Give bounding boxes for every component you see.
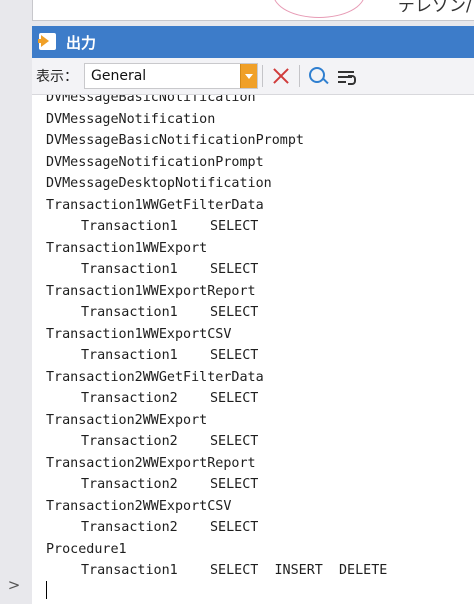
dropdown-arrow-icon[interactable]	[240, 64, 257, 88]
output-line: Transaction2 SELECT	[81, 434, 259, 449]
view-label: 表示：	[36, 69, 78, 85]
output-line: Transaction1WWExportCSV	[46, 326, 232, 342]
output-toolbar: 表示： General	[32, 58, 474, 95]
output-line: Transaction1WWExport	[46, 240, 208, 256]
upper-panel-fragment: デレゾン/	[0, 0, 474, 26]
output-line: Transaction2WWExportReport	[46, 455, 256, 471]
output-panel-icon	[38, 32, 58, 52]
output-line: Transaction1 SELECT INSERT DELETE	[81, 563, 388, 578]
diagram-arc-shape	[273, 0, 365, 18]
output-line: Transaction1WWGetFilterData	[46, 197, 264, 213]
toolbar-separator	[299, 65, 300, 87]
panel-header: 出力	[32, 26, 474, 58]
output-line: Transaction1 SELECT	[81, 305, 259, 320]
output-lines: DVMessageBasicNotification DVMessageNotif…	[46, 95, 387, 582]
view-select-value: General	[91, 68, 147, 84]
output-panel: 出力 表示： General DVMessageBasicNotificatio…	[32, 26, 474, 604]
expand-chevron-icon[interactable]: >	[3, 574, 25, 596]
output-line: Transaction2 SELECT	[81, 477, 259, 492]
output-line: Transaction2WWExportCSV	[46, 498, 232, 514]
output-line: Transaction1 SELECT	[81, 262, 259, 277]
output-text-area[interactable]: DVMessageBasicNotification DVMessageNotif…	[32, 95, 474, 604]
output-line: Procedure1	[46, 541, 127, 557]
output-line: DVMessageNotificationPrompt	[46, 154, 264, 170]
output-line: Transaction2WWExport	[46, 412, 208, 428]
output-line: Transaction2 SELECT	[81, 391, 259, 406]
clear-x-icon[interactable]	[268, 63, 294, 89]
designer-canvas-fragment: デレゾン/	[32, 0, 474, 21]
output-line: DVMessageBasicNotificationPrompt	[46, 133, 304, 148]
output-line: DVMessageNotification	[46, 111, 216, 127]
find-icon[interactable]	[305, 63, 331, 89]
text-cursor	[46, 581, 47, 599]
output-line: Transaction1 SELECT	[81, 219, 259, 234]
left-gutter: >	[0, 26, 32, 604]
output-line: Transaction1 SELECT	[81, 348, 259, 363]
word-wrap-icon[interactable]	[333, 63, 359, 89]
output-line: DVMessageDesktopNotification	[46, 176, 272, 191]
panel-title: 出力	[66, 33, 97, 52]
canvas-text-fragment: デレゾン/	[398, 0, 472, 16]
output-line: Transaction1WWExportReport	[46, 283, 256, 299]
view-select[interactable]: General	[84, 63, 258, 89]
output-line: Transaction2 SELECT	[81, 520, 259, 535]
output-line: DVMessageBasicNotification	[46, 95, 256, 105]
output-line: Transaction2WWGetFilterData	[46, 369, 264, 385]
toolbar-separator	[262, 65, 263, 87]
